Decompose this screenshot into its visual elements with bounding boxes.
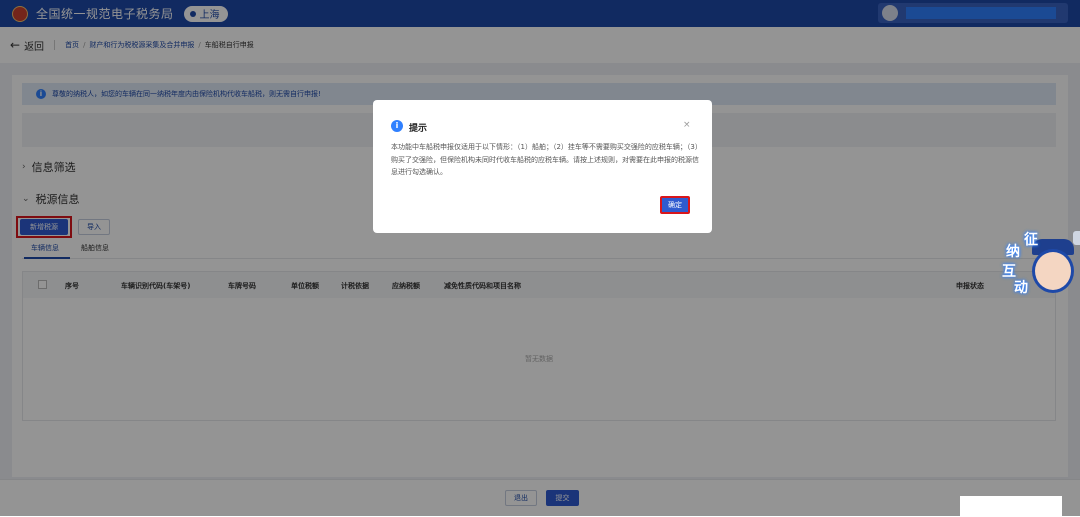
mascot-char: 征: [1024, 232, 1038, 248]
modal-overlay[interactable]: [0, 0, 1080, 516]
confirm-button[interactable]: 确定: [660, 196, 690, 214]
dialog-body: 本功能中车船税申报仅适用于以下情形：（1）船舶；（2）挂车等不需要购买交强险的应…: [391, 143, 699, 176]
close-icon[interactable]: ×: [683, 120, 691, 130]
corner-blank-panel: [960, 496, 1062, 516]
dialog-title: 提示: [409, 124, 428, 134]
mascot-face: [1032, 249, 1074, 293]
info-icon: i: [391, 120, 403, 132]
notice-dialog: i 提示 × 本功能中车船税申报仅适用于以下情形：（1）船舶；（2）挂车等不需要…: [373, 100, 712, 233]
service-mascot-widget[interactable]: 征 纳 互 动: [1002, 229, 1078, 299]
mascot-char: 动: [1014, 280, 1028, 296]
mascot-char: 纳: [1006, 244, 1020, 260]
